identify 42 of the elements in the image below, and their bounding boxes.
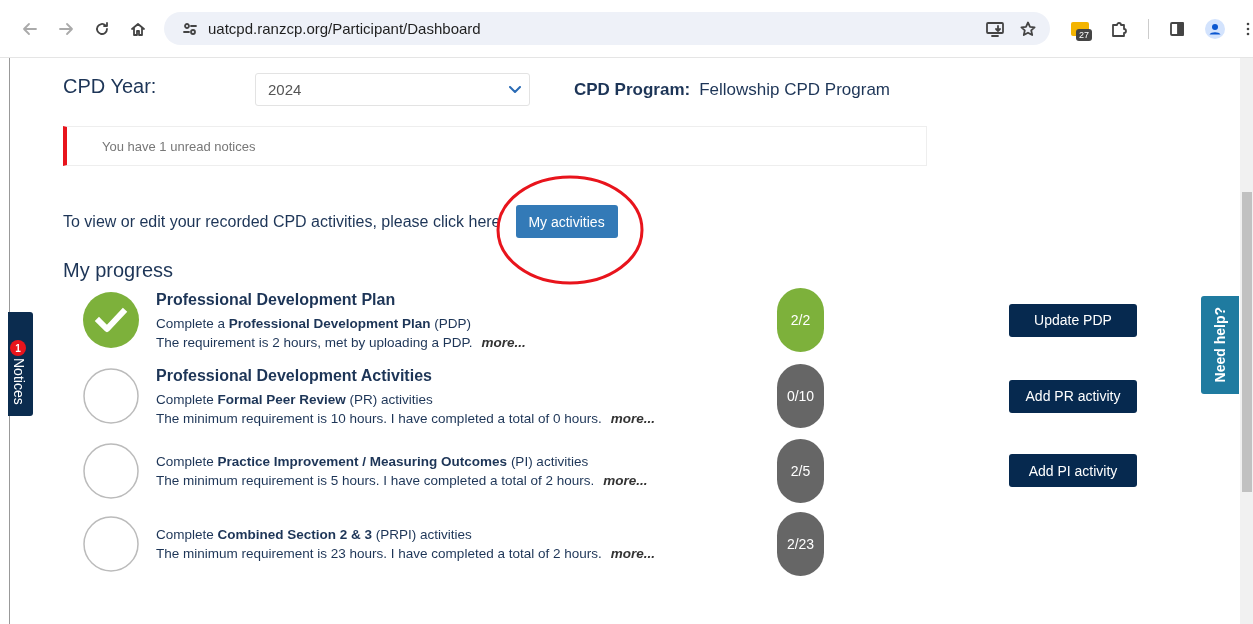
action-button[interactable]: Add PR activity bbox=[1009, 379, 1137, 413]
install-icon[interactable] bbox=[986, 20, 1004, 37]
item-note: The minimum requirement is 5 hours. I have completed a total of 2 hours. bbox=[156, 472, 595, 488]
item-description: Complete Practice Improvement / Measuring Outcomes (PI) activities bbox=[156, 453, 590, 469]
notice-banner: You have 1 unread notices bbox=[63, 126, 927, 166]
item-title: Professional Development Plan bbox=[156, 290, 397, 309]
scrollbar-thumb[interactable] bbox=[1242, 192, 1252, 492]
item-description: Complete Formal Peer Review (PR) activities bbox=[156, 391, 434, 407]
section-heading: My progress bbox=[63, 259, 175, 282]
more-link[interactable]: more... bbox=[610, 410, 655, 426]
year-select[interactable]: 2024 bbox=[255, 73, 530, 106]
home-icon[interactable] bbox=[130, 20, 146, 37]
puzzle-icon[interactable] bbox=[1110, 19, 1128, 38]
field-label: CPD Program: bbox=[574, 79, 691, 100]
action-button[interactable]: Add PI activity bbox=[1009, 454, 1137, 487]
progress-badge: 2/23 bbox=[777, 511, 824, 576]
url-text[interactable]: uatcpd.ranzcp.org/Participant/Dashboard bbox=[208, 20, 481, 37]
item-note: The requirement is 2 hours, met by uploading a PDP. bbox=[156, 334, 473, 350]
my-activities-button[interactable]: My activities bbox=[515, 205, 618, 238]
item-description: Complete Combined Section 2 & 3 (PRPI) activities bbox=[156, 526, 473, 542]
more-link[interactable]: more... bbox=[481, 334, 526, 350]
progress-badge: 2/5 bbox=[777, 438, 824, 503]
field-label: CPD Year: bbox=[63, 75, 158, 98]
progress-badge: 2/2 bbox=[777, 288, 824, 352]
item-description: Complete a Professional Development Plan (PDP) bbox=[156, 315, 473, 331]
star-icon[interactable] bbox=[1020, 20, 1036, 37]
chevron-down-icon bbox=[509, 85, 521, 94]
action-button[interactable]: Update PDP bbox=[1009, 303, 1137, 337]
side-panel-icon[interactable] bbox=[1169, 20, 1185, 37]
address-bar[interactable]: uatcpd.ranzcp.org/Participant/Dashboard bbox=[164, 12, 1050, 45]
site-settings-icon[interactable] bbox=[182, 20, 198, 37]
progress-badge: 0/10 bbox=[777, 364, 824, 428]
more-link[interactable]: more... bbox=[610, 545, 655, 561]
menu-icon[interactable] bbox=[1245, 20, 1251, 37]
field-value: Fellowship CPD Program bbox=[699, 79, 891, 100]
more-link[interactable]: more... bbox=[603, 472, 648, 488]
profile-icon[interactable] bbox=[1205, 18, 1225, 39]
item-title: Professional Development Activities bbox=[156, 366, 433, 385]
reload-icon[interactable] bbox=[94, 20, 110, 37]
item-note: The minimum requirement is 10 hours. I have completed a total of 0 hours. bbox=[156, 410, 602, 426]
help-tab[interactable]: Need help? bbox=[1201, 296, 1239, 394]
item-note: The minimum requirement is 23 hours. I have completed a total of 2 hours. bbox=[156, 545, 602, 561]
